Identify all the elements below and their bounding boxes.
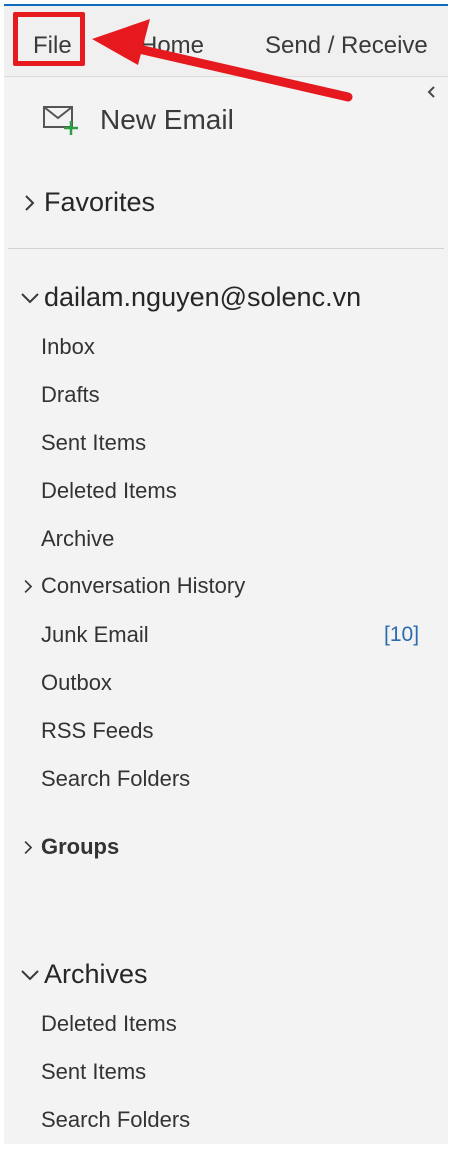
tab-file[interactable]: File [33,32,72,60]
chevron-right-icon[interactable] [20,578,37,595]
chevron-down-icon [21,292,39,303]
account-label: dailam.nguyen@solenc.vn [44,282,362,312]
folder-outbox[interactable]: Outbox [41,670,112,696]
archives-label: Archives [44,959,148,989]
folder-drafts[interactable]: Drafts [41,382,100,408]
chevron-right-icon [24,840,33,854]
archives-header[interactable]: Archives [20,959,148,990]
chevron-left-icon[interactable] [424,84,440,100]
unread-count-badge: [10] [384,623,420,646]
groups-label: Groups [41,834,120,859]
mail-plus-icon [43,106,78,135]
tab-send-receive[interactable]: Send / Receive [265,32,428,60]
new-email-button[interactable]: New Email [42,100,234,140]
favorites-header[interactable]: Favorites [20,187,155,218]
section-divider [8,248,444,249]
chevron-down-icon [21,969,39,980]
folder-rss-feeds[interactable]: RSS Feeds [41,718,154,744]
chevron-right-icon [25,194,35,211]
tab-home[interactable]: Home [140,32,204,60]
archive-folder-search-folders[interactable]: Search Folders [41,1107,190,1133]
folder-label: Conversation History [41,573,246,598]
archive-folder-sent-items[interactable]: Sent Items [41,1059,146,1085]
ribbon-tab-bar: File Home Send / Receive [4,6,448,77]
new-email-label: New Email [100,104,234,135]
folder-conversation-history[interactable]: Conversation History [20,573,245,599]
archive-folder-deleted-items[interactable]: Deleted Items [41,1011,177,1037]
folder-inbox[interactable]: Inbox [41,334,95,360]
folder-search-folders[interactable]: Search Folders [41,766,190,792]
favorites-label: Favorites [44,187,156,217]
outlook-window: File Home Send / Receive New Email Favor… [4,4,448,1144]
folder-archive[interactable]: Archive [41,526,114,552]
groups-header[interactable]: Groups [20,834,119,860]
folder-sent-items[interactable]: Sent Items [41,430,146,456]
folder-deleted-items[interactable]: Deleted Items [41,478,177,504]
account-header[interactable]: dailam.nguyen@solenc.vn [20,282,361,313]
folder-junk-email[interactable]: Junk Email [41,622,149,648]
